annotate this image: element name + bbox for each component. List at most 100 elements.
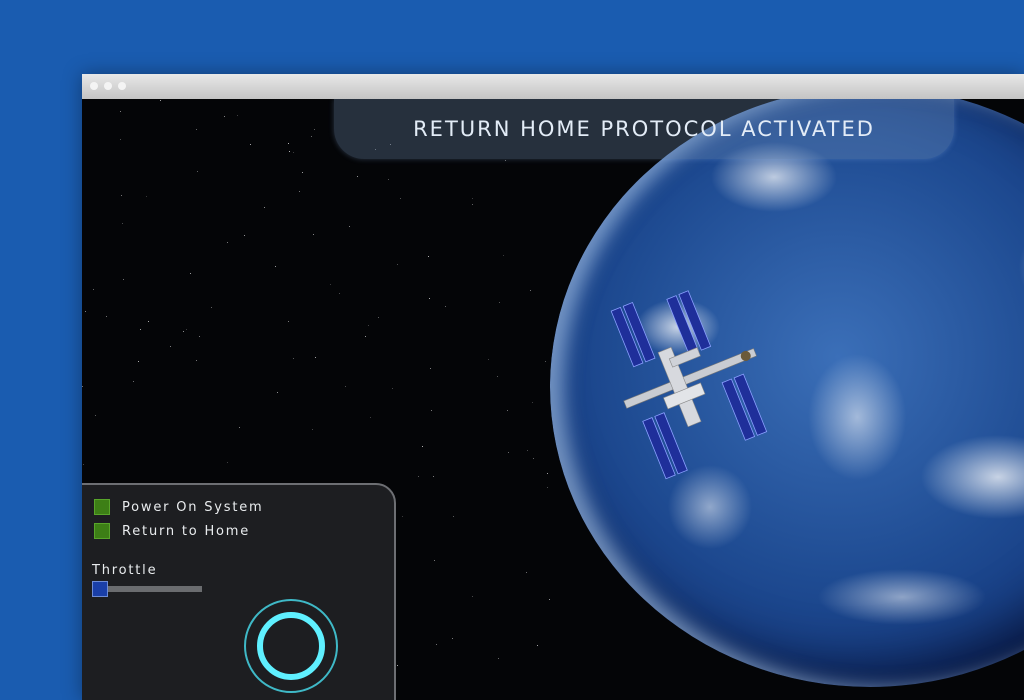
return-to-home-checkbox[interactable]: Return to Home bbox=[94, 523, 250, 539]
star-dot bbox=[264, 207, 265, 208]
star-dot bbox=[499, 302, 500, 303]
throttle-slider-track[interactable] bbox=[94, 586, 202, 592]
star-dot bbox=[289, 151, 290, 152]
power-on-system-checkbox[interactable]: Power On System bbox=[94, 499, 264, 515]
star-dot bbox=[349, 226, 350, 227]
star-dot bbox=[533, 458, 534, 459]
star-dot bbox=[170, 346, 171, 347]
star-dot bbox=[312, 429, 313, 430]
star-dot bbox=[508, 452, 509, 453]
star-dot bbox=[453, 516, 454, 517]
star-dot bbox=[95, 415, 96, 416]
star-dot bbox=[123, 279, 124, 280]
star-dot bbox=[545, 361, 546, 362]
star-dot bbox=[133, 381, 134, 382]
protocol-status-text: RETURN HOME PROTOCOL ACTIVATED bbox=[413, 117, 875, 141]
star-dot bbox=[507, 410, 508, 411]
star-dot bbox=[400, 198, 401, 199]
space-viewport: RETURN HOME PROTOCOL ACTIVATED Power On … bbox=[82, 99, 1024, 700]
star-dot bbox=[311, 136, 312, 137]
star-dot bbox=[227, 462, 228, 463]
star-dot bbox=[199, 336, 200, 337]
star-dot bbox=[186, 329, 187, 330]
star-dot bbox=[378, 317, 379, 318]
status-banner: RETURN HOME PROTOCOL ACTIVATED bbox=[334, 99, 954, 159]
star-dot bbox=[250, 144, 251, 145]
star-dot bbox=[488, 359, 489, 360]
star-dot bbox=[197, 171, 198, 172]
star-dot bbox=[472, 204, 473, 205]
star-dot bbox=[239, 427, 240, 428]
star-dot bbox=[244, 235, 245, 236]
star-dot bbox=[434, 560, 435, 561]
star-dot bbox=[227, 242, 228, 243]
space-station-image bbox=[610, 290, 768, 480]
star-dot bbox=[402, 516, 403, 517]
star-dot bbox=[140, 329, 141, 330]
star-dot bbox=[120, 139, 121, 140]
star-dot bbox=[277, 392, 278, 393]
star-dot bbox=[160, 100, 161, 101]
star-dot bbox=[532, 402, 533, 403]
star-dot bbox=[302, 172, 303, 173]
star-dot bbox=[537, 645, 538, 646]
star-dot bbox=[498, 658, 499, 659]
star-dot bbox=[237, 115, 238, 116]
star-dot bbox=[433, 476, 434, 477]
star-dot bbox=[315, 357, 316, 358]
star-dot bbox=[196, 360, 197, 361]
star-dot bbox=[547, 473, 548, 474]
star-dot bbox=[314, 129, 315, 130]
checkbox-checked-icon[interactable] bbox=[94, 499, 110, 515]
control-panel: Power On System Return to Home Throttle bbox=[82, 483, 396, 700]
star-dot bbox=[428, 256, 429, 257]
star-dot bbox=[436, 644, 437, 645]
star-dot bbox=[445, 306, 446, 307]
star-dot bbox=[288, 143, 289, 144]
star-dot bbox=[549, 599, 550, 600]
star-dot bbox=[122, 223, 123, 224]
star-dot bbox=[365, 336, 366, 337]
star-dot bbox=[505, 160, 506, 161]
star-dot bbox=[148, 321, 149, 322]
window-dot-icon[interactable] bbox=[90, 82, 98, 90]
checkbox-checked-icon[interactable] bbox=[94, 523, 110, 539]
star-dot bbox=[388, 179, 389, 180]
star-dot bbox=[183, 331, 184, 332]
window-dot-icon[interactable] bbox=[104, 82, 112, 90]
star-dot bbox=[431, 410, 432, 411]
star-dot bbox=[503, 255, 504, 256]
star-dot bbox=[224, 116, 225, 117]
ring-dial-inner-icon[interactable] bbox=[257, 612, 325, 680]
star-dot bbox=[83, 464, 84, 465]
star-dot bbox=[275, 266, 276, 267]
star-dot bbox=[422, 446, 423, 447]
star-dot bbox=[472, 596, 473, 597]
star-dot bbox=[196, 129, 197, 130]
star-dot bbox=[392, 388, 393, 389]
star-dot bbox=[430, 368, 431, 369]
star-dot bbox=[368, 325, 369, 326]
star-dot bbox=[293, 152, 294, 153]
star-dot bbox=[429, 298, 430, 299]
star-dot bbox=[330, 284, 331, 285]
star-dot bbox=[527, 450, 528, 451]
throttle-slider-thumb[interactable] bbox=[92, 581, 108, 597]
star-dot bbox=[146, 196, 147, 197]
star-dot bbox=[526, 572, 527, 573]
star-dot bbox=[397, 264, 398, 265]
star-dot bbox=[85, 311, 86, 312]
throttle-label: Throttle bbox=[92, 563, 158, 578]
star-dot bbox=[138, 361, 139, 362]
star-dot bbox=[93, 289, 94, 290]
star-dot bbox=[190, 273, 191, 274]
star-dot bbox=[418, 476, 419, 477]
star-dot bbox=[339, 293, 340, 294]
star-dot bbox=[357, 176, 358, 177]
star-dot bbox=[452, 638, 453, 639]
star-dot bbox=[472, 198, 473, 199]
star-dot bbox=[530, 290, 531, 291]
window-dot-icon[interactable] bbox=[118, 82, 126, 90]
star-dot bbox=[120, 111, 121, 112]
checkbox-label: Return to Home bbox=[122, 523, 251, 539]
